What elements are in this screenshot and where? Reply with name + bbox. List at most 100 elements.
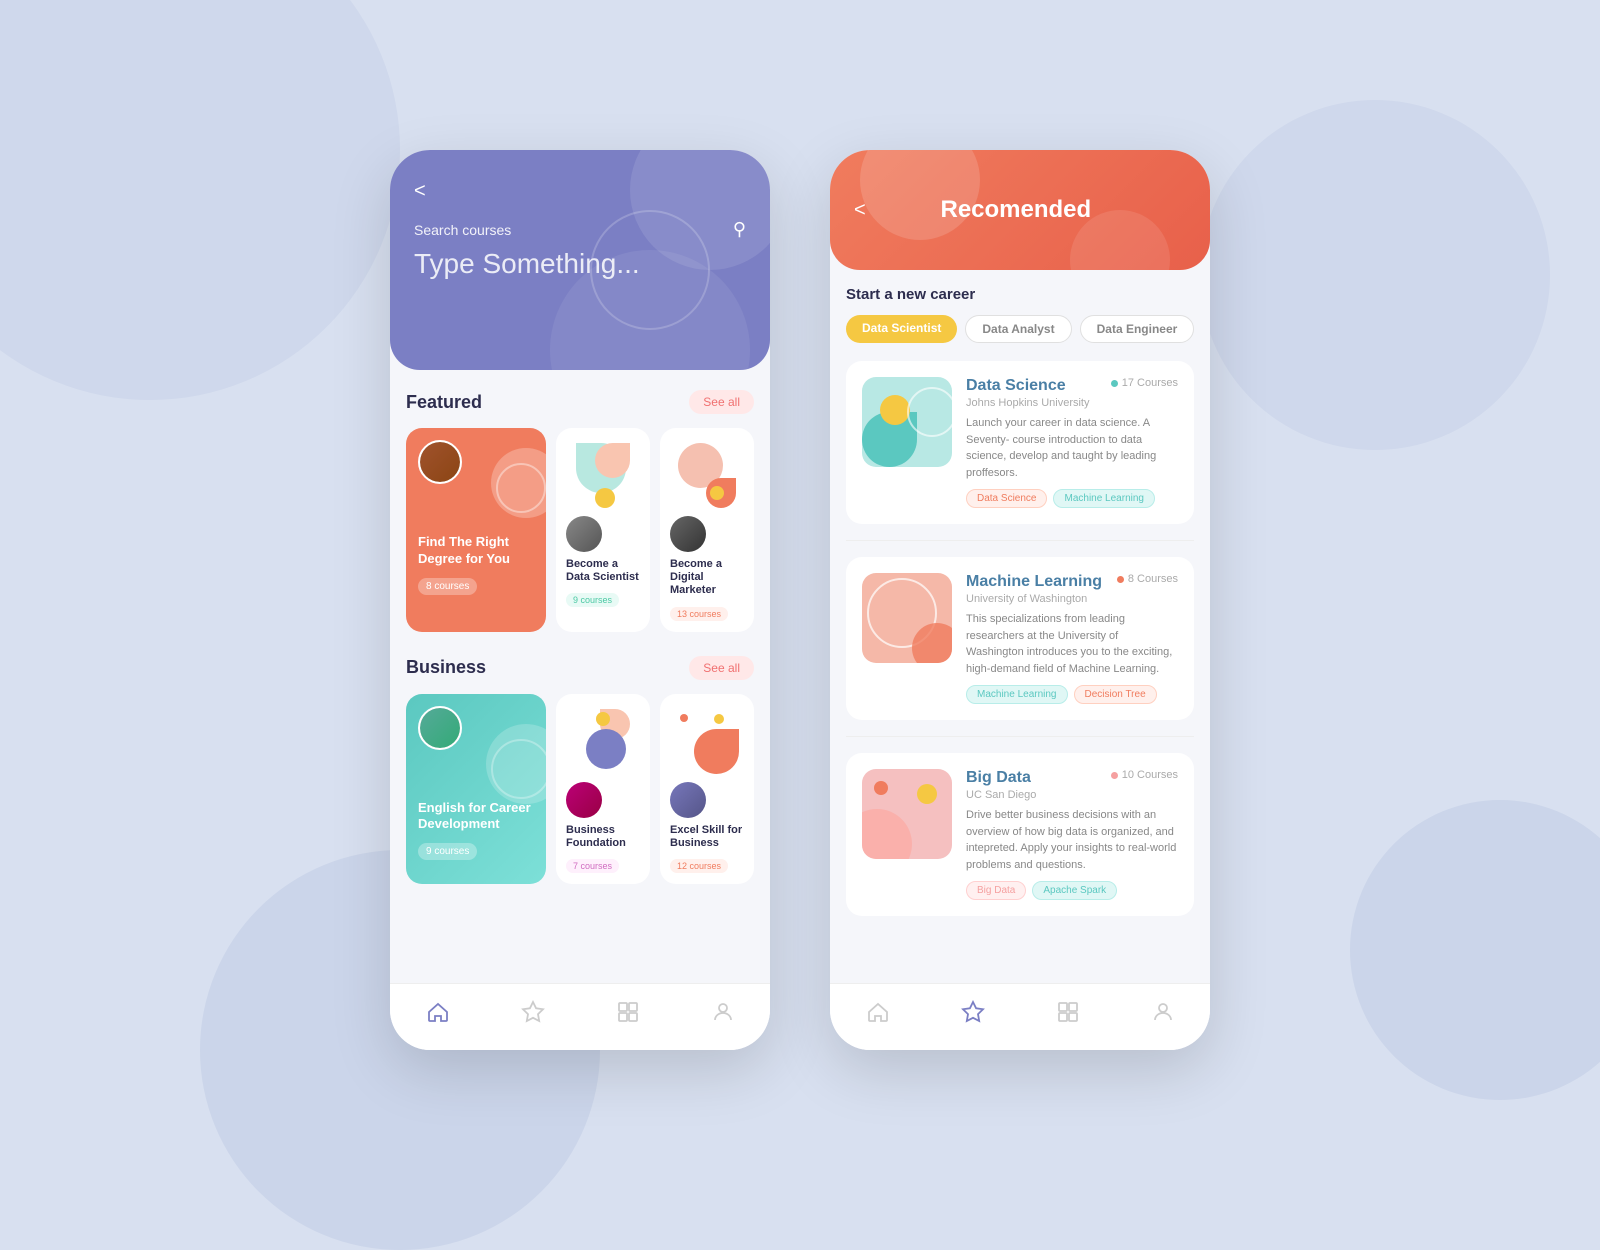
course-name: Data Science [966, 377, 1066, 395]
business-card-large[interactable]: English for Career Development 9 courses [406, 694, 546, 884]
filter-data-engineer[interactable]: Data Engineer [1080, 315, 1194, 343]
business-section-header: Business See all [406, 656, 754, 680]
course-description: Launch your career in data science. A Se… [966, 415, 1178, 481]
graphic-dot [710, 486, 724, 500]
card-title: Become a Digital Marketer [670, 558, 744, 598]
avatar-image [420, 708, 460, 748]
thumb-circle [907, 387, 952, 437]
card-count: 9 courses [566, 593, 619, 607]
recommended-header: < Recomended [830, 150, 1210, 270]
course-university: University of Washington [966, 593, 1178, 605]
avatar-image [420, 442, 460, 482]
nav-courses-button[interactable] [604, 996, 652, 1034]
nav-home-button[interactable] [854, 996, 902, 1034]
card-count: 7 courses [566, 859, 619, 873]
bg-decoration-1 [0, 0, 400, 400]
thumb-shape [862, 809, 912, 859]
course-thumbnail [862, 573, 952, 663]
nav-favorites-button[interactable] [509, 996, 557, 1034]
avatar [418, 440, 462, 484]
business-card-small-2[interactable]: Excel Skill for Business 12 courses [660, 694, 754, 884]
card-decoration [491, 739, 546, 799]
business-card-small-1[interactable]: Business Foundation 7 courses [556, 694, 650, 884]
course-university: UC San Diego [966, 789, 1178, 801]
course-count: 8 Courses [1117, 573, 1178, 585]
featured-section-header: Featured See all [406, 390, 754, 414]
divider [846, 736, 1194, 737]
course-header-row: Data Science 17 Courses [966, 377, 1178, 395]
graphic-shape [694, 729, 739, 774]
course-name: Machine Learning [966, 573, 1102, 591]
card-title: Business Foundation [566, 824, 640, 850]
thumb-dot [874, 781, 888, 795]
search-header: < Search courses ⚲ Type Something... [390, 150, 770, 370]
featured-card-small-1[interactable]: Become a Data Scientist 9 courses [556, 428, 650, 632]
course-name: Big Data [966, 769, 1031, 787]
nav-profile-button[interactable] [699, 996, 747, 1034]
count-dot [1111, 380, 1118, 387]
card-graphic [670, 438, 744, 508]
card-title: Become a Data Scientist [566, 558, 640, 584]
course-tags: Data Science Machine Learning [966, 489, 1178, 508]
nav-favorites-button[interactable] [949, 996, 997, 1034]
course-item-data-science[interactable]: Data Science 17 Courses Johns Hopkins Un… [846, 361, 1194, 524]
nav-profile-button[interactable] [1139, 996, 1187, 1034]
course-description: This specializations from leading resear… [966, 611, 1178, 677]
card-title: Find The Right Degree for You [418, 534, 534, 568]
card-graphic [566, 704, 640, 774]
divider [846, 540, 1194, 541]
card-graphic [670, 704, 744, 774]
course-tags: Machine Learning Decision Tree [966, 685, 1178, 704]
featured-title: Featured [406, 392, 482, 413]
course-item-big-data[interactable]: Big Data 10 Courses UC San Diego Drive b… [846, 753, 1194, 916]
avatar [670, 782, 706, 818]
card-graphic [566, 438, 640, 508]
page-title: Recomended [882, 196, 1150, 224]
phone-recommended: < Recomended Start a new career Data Sci… [830, 150, 1210, 1050]
avatar [566, 782, 602, 818]
filter-data-scientist[interactable]: Data Scientist [846, 315, 957, 343]
graphic-shape [586, 729, 626, 769]
phone1-body: Featured See all Find The Right Degree f… [390, 370, 770, 983]
course-header-row: Big Data 10 Courses [966, 769, 1178, 787]
graphic-dot [714, 714, 724, 724]
card-count: 12 courses [670, 859, 728, 873]
card-count: 8 courses [418, 578, 477, 595]
featured-see-all-button[interactable]: See all [689, 390, 754, 414]
thumb-dot [880, 395, 910, 425]
graphic-shape [595, 443, 630, 478]
back-button[interactable]: < [414, 180, 426, 203]
phones-container: < Search courses ⚲ Type Something... Fea… [390, 150, 1210, 1050]
card-title: English for Career Development [418, 800, 534, 834]
bg-decoration-3 [1200, 100, 1550, 450]
career-label: Start a new career [846, 286, 1194, 303]
avatar [418, 706, 462, 750]
filter-data-analyst[interactable]: Data Analyst [965, 315, 1071, 343]
avatar [670, 516, 706, 552]
featured-card-large[interactable]: Find The Right Degree for You 8 courses [406, 428, 546, 632]
thumb-dot [917, 784, 937, 804]
tag-decision-tree: Decision Tree [1074, 685, 1157, 704]
search-label-text: Search courses [414, 222, 511, 238]
graphic-dot [595, 488, 615, 508]
tag-ml: Machine Learning [966, 685, 1068, 704]
business-see-all-button[interactable]: See all [689, 656, 754, 680]
nav-home-button[interactable] [414, 996, 462, 1034]
course-item-machine-learning[interactable]: Machine Learning 8 Courses University of… [846, 557, 1194, 720]
card-count: 13 courses [670, 607, 728, 621]
back-button[interactable]: < [854, 199, 866, 222]
search-placeholder[interactable]: Type Something... [414, 248, 746, 280]
bottom-nav [390, 983, 770, 1050]
count-dot [1111, 772, 1118, 779]
count-dot [1117, 576, 1124, 583]
course-description: Drive better business decisions with an … [966, 807, 1178, 873]
tag-big-data: Big Data [966, 881, 1026, 900]
filter-row: Data Scientist Data Analyst Data Enginee… [846, 315, 1194, 343]
course-count: 17 Courses [1111, 377, 1178, 389]
featured-card-small-2[interactable]: Become a Digital Marketer 13 courses [660, 428, 754, 632]
nav-courses-button[interactable] [1044, 996, 1092, 1034]
course-info: Big Data 10 Courses UC San Diego Drive b… [966, 769, 1178, 900]
course-info: Data Science 17 Courses Johns Hopkins Un… [966, 377, 1178, 508]
phone2-body: Start a new career Data Scientist Data A… [830, 270, 1210, 983]
business-title: Business [406, 657, 486, 678]
